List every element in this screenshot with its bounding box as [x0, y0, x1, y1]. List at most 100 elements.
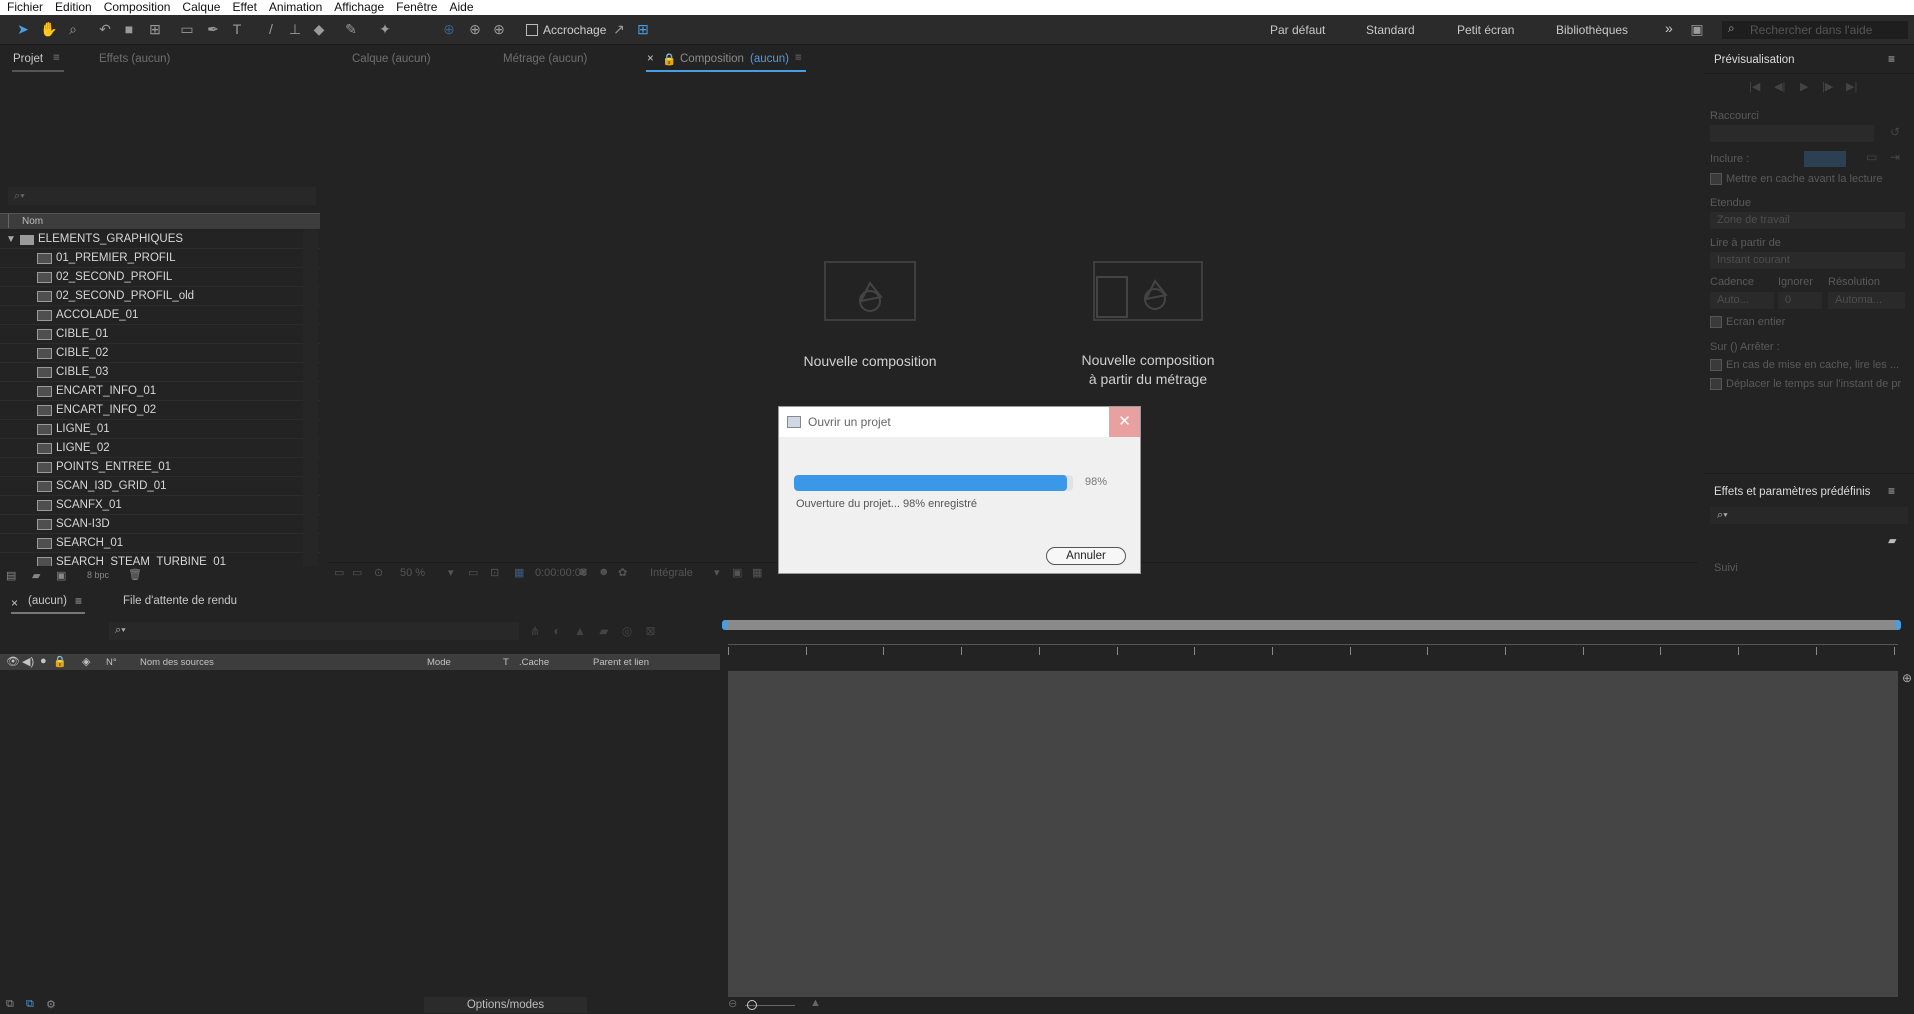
view-axis-icon[interactable]: ⊕	[490, 20, 508, 38]
project-item[interactable]: LIGNE_02	[0, 439, 320, 458]
project-item[interactable]: CIBLE_03	[0, 363, 320, 382]
workspace-standard[interactable]: Standard	[1366, 23, 1415, 37]
range-select[interactable]: Zone de travail	[1710, 212, 1905, 229]
camera-tool-icon[interactable]: ■	[120, 20, 138, 38]
new-preset-icon[interactable]: ▰	[1888, 534, 1896, 547]
always-preview-icon[interactable]: ▭	[334, 566, 344, 579]
external-monitor-icon[interactable]: ⇥	[1890, 150, 1900, 164]
menu-item-calque[interactable]: Calque	[182, 0, 220, 15]
project-item[interactable]: SCAN_I3D_GRID_01	[0, 477, 320, 496]
brush-tool-icon[interactable]: /	[262, 20, 280, 38]
zoom-out-icon[interactable]: ⊖	[728, 997, 737, 1010]
menu-item-fichier[interactable]: Fichier	[7, 0, 43, 15]
column-t[interactable]: T	[503, 657, 509, 668]
new-comp-icon[interactable]: ▣	[56, 569, 66, 582]
project-item[interactable]: 02_SECOND_PROFIL_old	[0, 287, 320, 306]
option-2-checkbox[interactable]	[1710, 378, 1722, 390]
audio-icon[interactable]: ◀)	[22, 655, 34, 668]
resolution-select[interactable]: Automa...	[1828, 292, 1905, 309]
close-tab-icon[interactable]: ×	[11, 596, 18, 610]
zoom-slider-handle[interactable]	[747, 1000, 757, 1010]
work-area-start-handle[interactable]	[722, 620, 728, 630]
visibility-icon[interactable]: 👁	[6, 655, 20, 668]
play-icon[interactable]: ▶	[1800, 80, 1808, 93]
tab-composition[interactable]: Composition	[680, 53, 744, 65]
panel-menu-icon[interactable]: ≡	[795, 52, 802, 64]
project-scrollbar[interactable]	[303, 230, 318, 566]
next-frame-icon[interactable]: |▶	[1822, 80, 1833, 93]
resolution-select[interactable]: Intégrale	[650, 567, 693, 579]
project-item[interactable]: CIBLE_02	[0, 344, 320, 363]
column-header-name[interactable]: Nom	[0, 213, 320, 229]
timeline-switches-icons[interactable]: ⋔ ◐ ▲ ▰ ◎ ⊠	[530, 624, 656, 638]
column-cache[interactable]: .Cache	[519, 657, 549, 668]
work-area-end-handle[interactable]	[1895, 620, 1901, 630]
project-item[interactable]: ENCART_INFO_02	[0, 401, 320, 420]
menu-item-composition[interactable]: Composition	[104, 0, 171, 15]
trash-icon[interactable]: 🗑	[128, 568, 142, 581]
new-composition-button[interactable]: Nouvelle composition	[772, 352, 968, 371]
tab-render-queue[interactable]: File d'attente de rendu	[123, 595, 237, 607]
selection-tool-icon[interactable]: ➤	[14, 20, 32, 38]
rotate-tool-icon[interactable]: ↶	[96, 20, 114, 38]
project-item[interactable]: ENCART_INFO_01	[0, 382, 320, 401]
workspace-menu-icon[interactable]: ▣	[1688, 20, 1706, 38]
column-mode[interactable]: Mode	[427, 657, 451, 668]
menu-item-edition[interactable]: Edition	[55, 0, 92, 15]
previous-frame-icon[interactable]: ◀|	[1774, 80, 1785, 93]
project-item[interactable]: POINTS_ENTREE_01	[0, 458, 320, 477]
tab-timeline[interactable]: (aucun)	[28, 595, 67, 607]
shortcut-select[interactable]	[1710, 125, 1874, 142]
snapping-checkbox[interactable]	[526, 24, 538, 36]
pan-behind-tool-icon[interactable]: ⊞	[146, 20, 164, 38]
local-axis-icon[interactable]: ⊕	[440, 20, 458, 38]
eraser-tool-icon[interactable]: ◆	[310, 20, 328, 38]
effects-search-input[interactable]: ⌕▾	[1710, 507, 1908, 524]
grid-icon[interactable]: ▦	[514, 566, 524, 579]
cache-before-checkbox[interactable]	[1710, 173, 1722, 185]
menu-item-aide[interactable]: Aide	[449, 0, 473, 15]
rectangle-tool-icon[interactable]: ▭	[178, 20, 196, 38]
reset-icon[interactable]: ↺	[1890, 125, 1900, 139]
transparency-grid-icon[interactable]: ▦	[752, 566, 762, 579]
panel-menu-icon[interactable]: ≡	[1888, 52, 1895, 66]
help-search-input[interactable]: Rechercher dans l'aide	[1722, 21, 1908, 39]
show-snapshot-icon[interactable]: ☻	[598, 566, 610, 578]
tracker-panel-label[interactable]: Suivi	[1714, 562, 1738, 574]
menu-item-affichage[interactable]: Affichage	[334, 0, 384, 15]
tab-effects[interactable]: Effets (aucun)	[99, 53, 170, 65]
tab-layer[interactable]: Calque (aucun)	[352, 53, 431, 65]
close-tab-icon[interactable]: ×	[647, 53, 654, 65]
snap-grid-icon[interactable]: ⊞	[634, 20, 652, 38]
safe-zones-icon[interactable]: ⊡	[490, 566, 499, 579]
region-of-interest-icon[interactable]: ▣	[732, 566, 742, 579]
clone-tool-icon[interactable]: ⊥	[286, 20, 304, 38]
layer-switches-icon[interactable]: ⧉	[6, 998, 14, 1011]
include-toggles[interactable]	[1804, 151, 1846, 167]
project-item[interactable]: LIGNE_01	[0, 420, 320, 439]
column-source-name[interactable]: Nom des sources	[140, 657, 214, 668]
workspace-small-screen[interactable]: Petit écran	[1457, 23, 1514, 37]
project-item[interactable]: SCAN-I3D	[0, 515, 320, 534]
solo-icon[interactable]: ●	[40, 655, 47, 667]
render-time-icon[interactable]: ⚙	[46, 998, 56, 1011]
project-item[interactable]: 01_PREMIER_PROFIL	[0, 249, 320, 268]
timeline-search-input[interactable]: ⌕▾	[109, 622, 519, 640]
option-1-checkbox[interactable]	[1710, 359, 1722, 371]
skip-select[interactable]: 0	[1778, 292, 1822, 309]
new-composition-from-footage-icon[interactable]	[1093, 261, 1203, 321]
chevron-down-icon[interactable]: ▾	[714, 566, 720, 579]
workspace-default[interactable]: Par défaut	[1270, 23, 1325, 37]
menu-item-animation[interactable]: Animation	[269, 0, 322, 15]
close-button[interactable]: ✕	[1109, 407, 1140, 437]
expand-triangle-icon[interactable]: ▼	[6, 230, 16, 249]
interpret-footage-icon[interactable]: ▤	[6, 569, 16, 582]
project-item[interactable]: SEARCH_STEAM_TURBINE_01	[0, 553, 320, 566]
time-ruler[interactable]	[728, 644, 1898, 658]
zoom-select[interactable]: 50 %	[400, 567, 425, 579]
pen-tool-icon[interactable]: ✒	[204, 20, 222, 38]
3d-glasses-icon[interactable]: ⊙	[374, 566, 383, 579]
puppet-tool-icon[interactable]: ✦	[376, 20, 394, 38]
last-frame-icon[interactable]: ▶|	[1846, 80, 1857, 93]
workspace-libraries[interactable]: Bibliothèques	[1556, 23, 1628, 37]
